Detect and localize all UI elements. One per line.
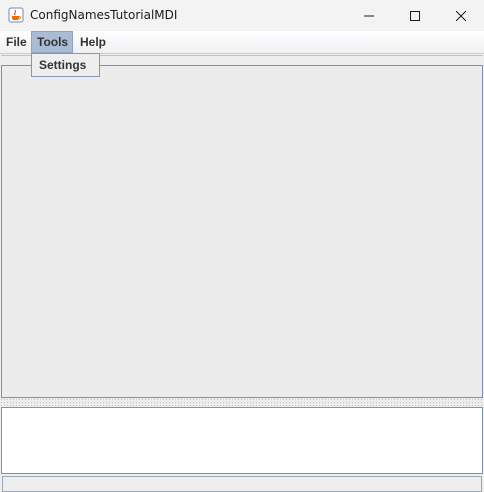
java-cup-icon [8, 7, 24, 23]
tools-dropdown-menu: Settings [31, 53, 100, 77]
minimize-icon [364, 6, 374, 25]
menu-file[interactable]: File [1, 31, 32, 53]
mdi-desktop-pane[interactable] [1, 65, 483, 398]
minimize-button[interactable] [346, 0, 392, 31]
maximize-icon [410, 6, 420, 25]
menu-bar: File Tools Help [0, 31, 484, 54]
close-button[interactable] [438, 0, 484, 31]
status-bar [2, 476, 482, 492]
menu-help[interactable]: Help [75, 31, 111, 53]
split-pane-divider[interactable] [0, 398, 484, 414]
maximize-button[interactable] [392, 0, 438, 31]
log-text-area[interactable] [1, 407, 483, 474]
arrow-up-icon[interactable] [3, 399, 12, 414]
app-window: ConfigNamesTutorialMDI File Tools Help S… [0, 0, 484, 492]
arrow-down-icon[interactable] [14, 399, 23, 414]
menu-item-settings[interactable]: Settings [39, 58, 86, 72]
close-icon [455, 6, 467, 25]
window-title: ConfigNamesTutorialMDI [30, 8, 178, 22]
title-bar[interactable]: ConfigNamesTutorialMDI [0, 0, 484, 31]
menu-tools[interactable]: Tools [31, 31, 73, 53]
